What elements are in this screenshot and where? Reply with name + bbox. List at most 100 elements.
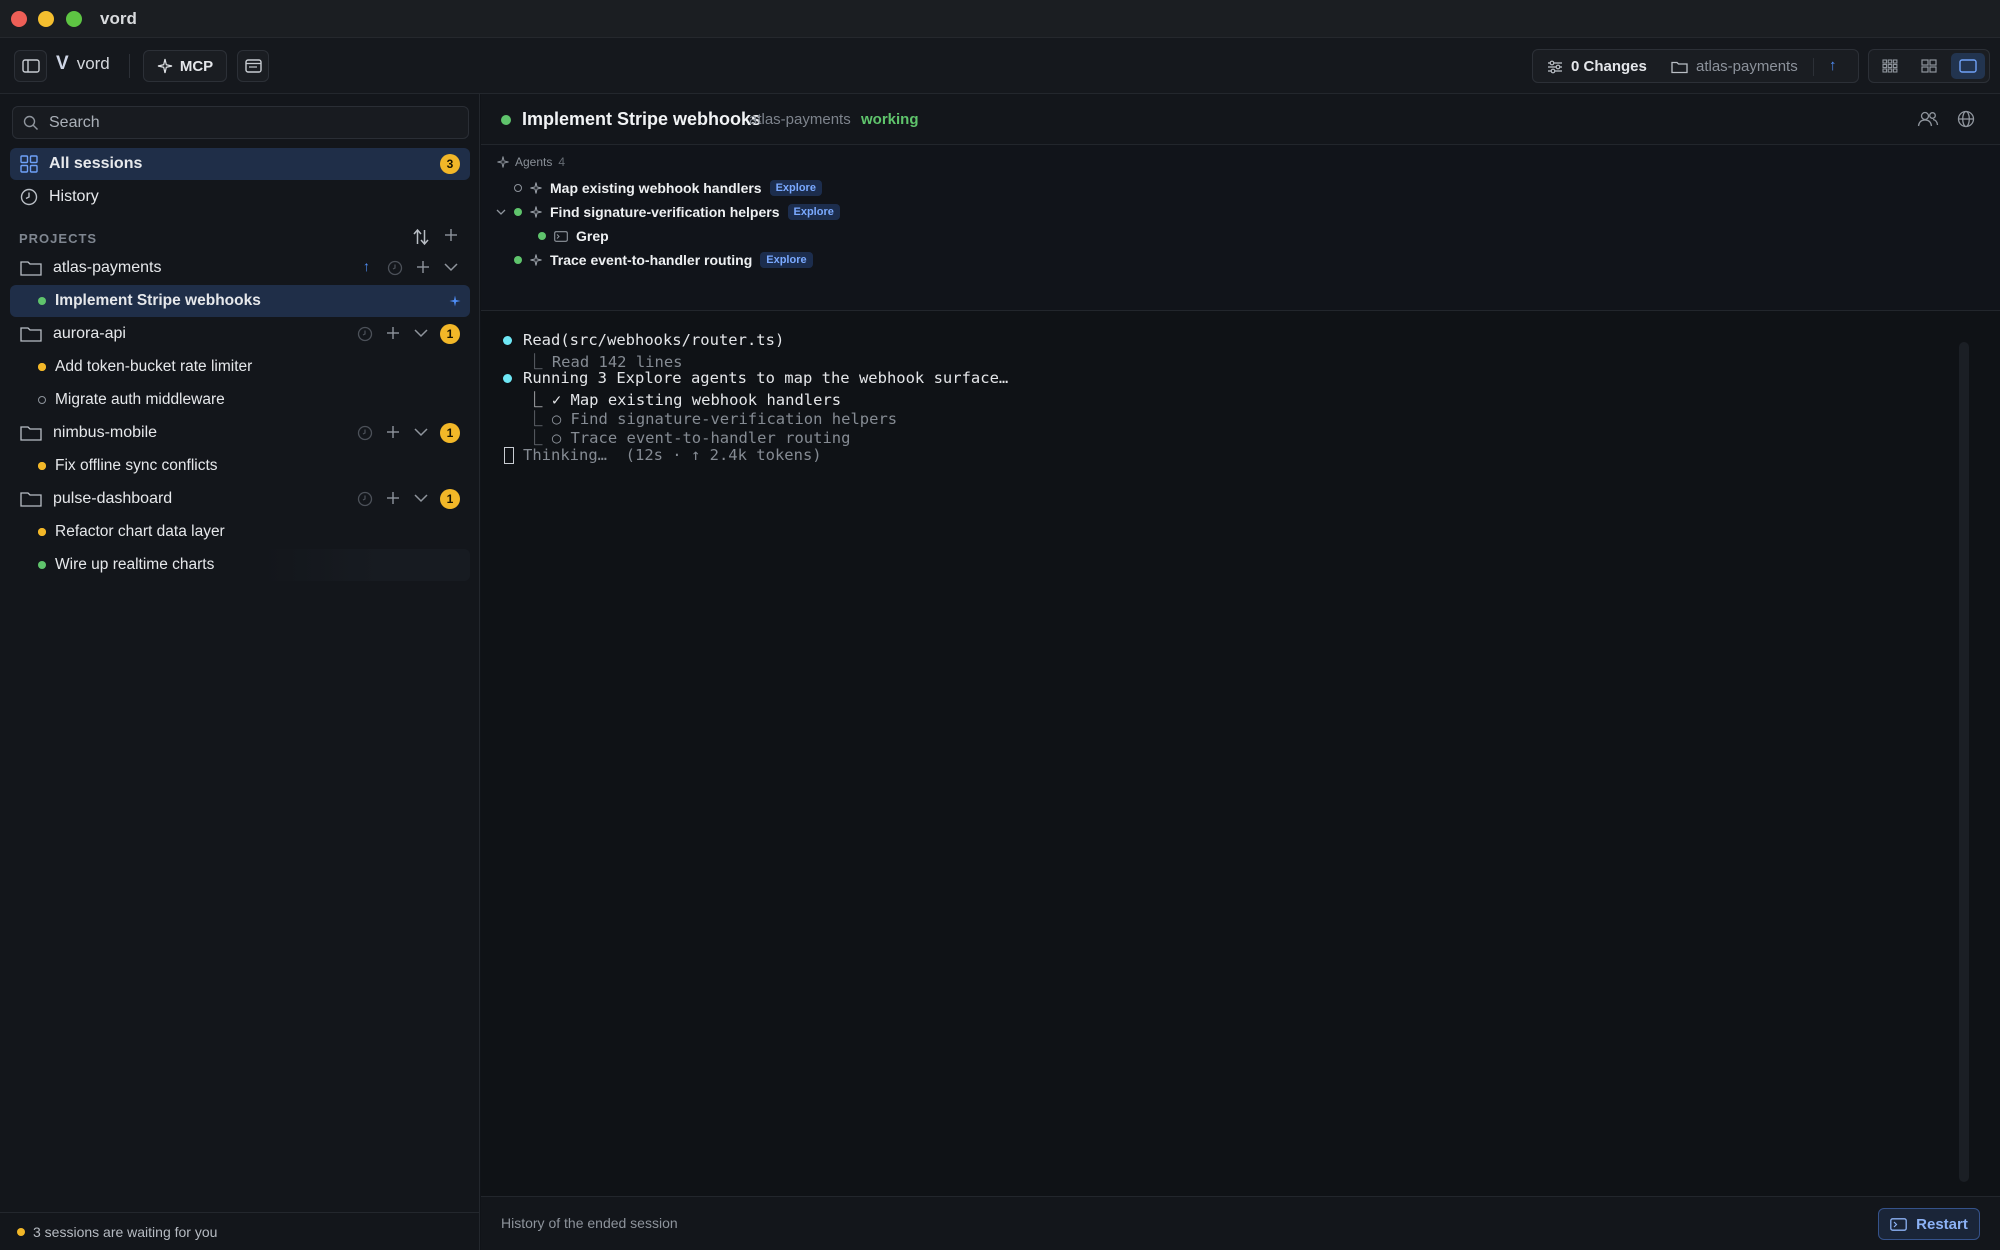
project-badge: 1 xyxy=(440,489,460,509)
grid-icon xyxy=(20,155,38,173)
grid-2x2-icon xyxy=(1921,59,1937,73)
sparkle-icon xyxy=(530,254,542,266)
users-icon[interactable] xyxy=(1917,110,1939,128)
clock-icon xyxy=(20,188,38,206)
chevron-down-icon[interactable] xyxy=(414,428,428,437)
project-name: atlas-payments xyxy=(53,259,162,276)
push-arrow-icon[interactable]: ↑ xyxy=(363,258,370,274)
agent-row[interactable]: Find signature-verification helpers Expl… xyxy=(496,204,840,220)
status-dot xyxy=(38,396,46,404)
layout-single-button[interactable] xyxy=(1951,53,1985,79)
terminal-scrollbar[interactable] xyxy=(1959,342,1969,1182)
terminal-output[interactable]: Read(src/webhooks/router.ts) ⎿ Read 142 … xyxy=(481,312,2000,1197)
project-atlas-payments[interactable]: atlas-payments ↑ xyxy=(10,252,470,284)
folder-icon xyxy=(1671,61,1688,73)
add-project-icon[interactable] xyxy=(444,228,458,242)
session-item[interactable]: Migrate auth middleware xyxy=(10,384,470,416)
repo-button[interactable]: atlas-payments xyxy=(1671,58,1798,75)
project-aurora-api[interactable]: aurora-api 1 xyxy=(10,318,470,350)
history-icon[interactable] xyxy=(357,425,373,441)
add-session-icon[interactable] xyxy=(386,491,400,505)
changes-divider xyxy=(1813,58,1814,76)
history-icon[interactable] xyxy=(357,491,373,507)
layout-grid-2-button[interactable] xyxy=(1912,53,1946,79)
nav-all-sessions[interactable]: All sessions 3 xyxy=(10,148,470,180)
layout-switcher xyxy=(1868,49,1990,83)
changes-label: 0 Changes xyxy=(1571,58,1647,75)
history-icon[interactable] xyxy=(357,326,373,342)
chevron-down-icon[interactable] xyxy=(414,494,428,503)
single-pane-icon xyxy=(1959,59,1977,73)
agents-count: 4 xyxy=(558,155,566,169)
session-project: atlas-payments xyxy=(749,111,851,128)
terminal-panel-button[interactable] xyxy=(237,50,269,82)
close-window-button[interactable] xyxy=(11,11,27,27)
session-label: Fix offline sync conflicts xyxy=(55,457,218,474)
session-item[interactable]: Add token-bucket rate limiter xyxy=(10,351,470,383)
sidebar: Search All sessions 3 History PROJECTS a… xyxy=(0,94,480,1250)
session-status: working xyxy=(861,111,919,128)
history-icon[interactable] xyxy=(387,260,403,276)
sidebar-icon xyxy=(21,59,40,73)
chevron-down-icon[interactable] xyxy=(496,209,506,216)
changes-button[interactable]: 0 Changes xyxy=(1547,58,1647,75)
mcp-button[interactable]: MCP xyxy=(143,50,227,82)
session-footer: History of the ended session Restart xyxy=(481,1196,2000,1250)
agent-row[interactable]: Map existing webhook handlers Explore xyxy=(514,180,822,196)
changes-group: 0 Changes atlas-payments ↑ xyxy=(1532,49,1859,83)
session-label: Wire up realtime charts xyxy=(55,556,215,573)
agent-tag: Explore xyxy=(787,204,840,220)
terminal-bullet xyxy=(503,374,512,383)
history-label: History xyxy=(49,188,99,205)
brand-name: vord xyxy=(76,54,110,73)
sort-icon[interactable] xyxy=(411,228,431,246)
nav-history[interactable]: History xyxy=(10,181,470,213)
session-label: Refactor chart data layer xyxy=(55,523,225,540)
project-pulse-dashboard[interactable]: pulse-dashboard 1 xyxy=(10,483,470,515)
project-nimbus-mobile[interactable]: nimbus-mobile 1 xyxy=(10,417,470,449)
agent-tag: Explore xyxy=(769,180,822,196)
agents-heading: Agents 4 xyxy=(497,155,565,169)
maximize-window-button[interactable] xyxy=(66,11,82,27)
layout-grid-3-button[interactable] xyxy=(1873,53,1907,79)
mcp-label: MCP xyxy=(179,57,214,75)
session-item[interactable]: Fix offline sync conflicts xyxy=(10,450,470,482)
restart-button[interactable]: Restart xyxy=(1878,1208,1980,1240)
minimize-window-button[interactable] xyxy=(38,11,54,27)
terminal-line: Running 3 Explore agents to map the webh… xyxy=(523,369,1009,387)
brand-logo: V xyxy=(56,53,69,74)
chevron-down-icon[interactable] xyxy=(444,263,458,272)
agent-label: Find signature-verification helpers xyxy=(550,204,780,220)
add-session-icon[interactable] xyxy=(416,260,430,274)
session-status-dot xyxy=(501,115,511,125)
session-item[interactable]: Implement Stripe webhooks xyxy=(10,285,470,317)
sparkle-icon xyxy=(530,206,542,218)
session-header: Implement Stripe webhooks atlas-payments… xyxy=(481,94,2000,145)
agent-tool-row[interactable]: Grep xyxy=(538,228,609,244)
project-badge: 1 xyxy=(440,423,460,443)
search-input[interactable]: Search xyxy=(12,106,469,139)
add-session-icon[interactable] xyxy=(386,326,400,340)
session-label: Migrate auth middleware xyxy=(55,391,225,408)
push-arrow-icon[interactable]: ↑ xyxy=(1829,57,1837,74)
waiting-notice: 3 sessions are waiting for you xyxy=(33,1224,218,1240)
agent-label: Grep xyxy=(576,228,609,244)
agent-status-dot xyxy=(514,184,522,192)
sparkle-icon xyxy=(449,295,461,307)
brand: V vord xyxy=(56,53,110,75)
session-label: Implement Stripe webhooks xyxy=(55,292,261,309)
sparkle-icon xyxy=(157,58,172,74)
chevron-down-icon[interactable] xyxy=(414,329,428,338)
session-item[interactable]: Wire up realtime charts xyxy=(10,549,470,581)
globe-icon[interactable] xyxy=(1957,110,1975,128)
terminal-bullet xyxy=(503,336,512,345)
folder-icon xyxy=(20,261,42,276)
session-item[interactable]: Refactor chart data layer xyxy=(10,516,470,548)
all-sessions-label: All sessions xyxy=(49,155,143,172)
search-icon xyxy=(23,115,38,130)
project-name: pulse-dashboard xyxy=(53,490,173,507)
agent-row[interactable]: Trace event-to-handler routing Explore xyxy=(514,252,813,268)
add-session-icon[interactable] xyxy=(386,425,400,439)
toggle-sidebar-button[interactable] xyxy=(14,50,47,82)
project-badge: 1 xyxy=(440,324,460,344)
